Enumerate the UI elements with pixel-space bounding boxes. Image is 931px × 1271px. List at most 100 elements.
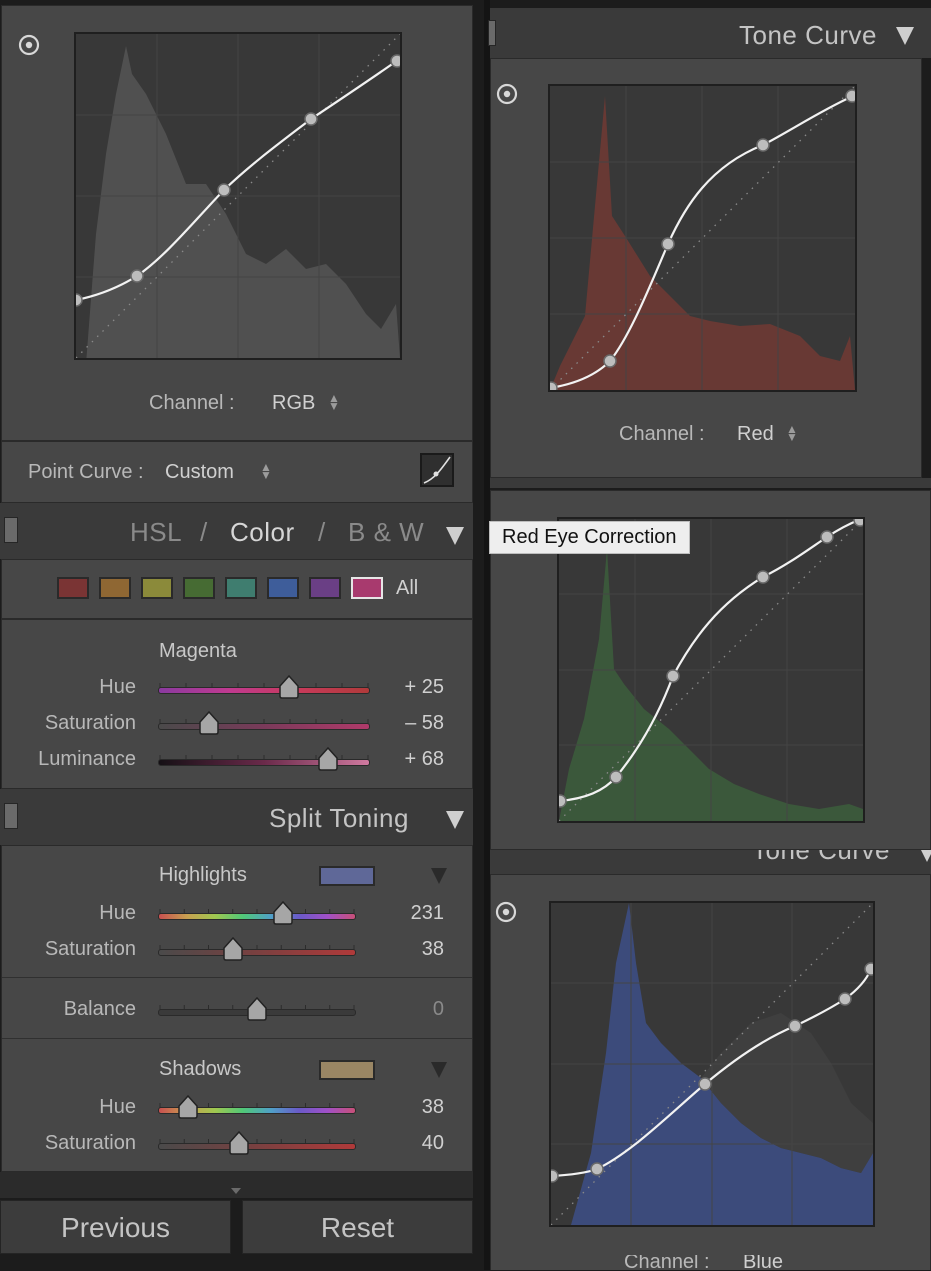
red-curve-point[interactable] [756,138,770,152]
blue-curve-graph[interactable] [549,901,875,1227]
shadows-color-swatch[interactable] [319,1060,375,1080]
color-swatch[interactable] [99,577,131,599]
shadows-saturation-slider[interactable] [158,1122,356,1162]
color-swatch[interactable] [267,577,299,599]
magenta-saturation-slider[interactable] [158,702,370,742]
highlights-saturation-label: Saturation [44,938,136,960]
point-curve-edit-icon[interactable] [420,453,454,487]
red-channel-select[interactable]: Red [737,423,774,446]
hsl-header[interactable]: HSL / Color / B & W [0,503,473,559]
collapse-triangle-icon[interactable] [446,811,464,829]
channel-updown-icon[interactable]: ▲ ▼ [328,392,340,412]
channel-select[interactable]: RGB [272,392,315,415]
magenta-hue-value[interactable]: + 25 [405,676,444,699]
highlights-saturation-value[interactable]: 38 [422,938,444,961]
green-curve-point[interactable] [666,669,680,683]
green-curve-point[interactable] [820,530,834,544]
tone-curve-header[interactable]: Tone Curve [488,8,931,58]
rgb-curve-point[interactable] [217,183,231,197]
reset-button[interactable]: Reset [242,1200,473,1254]
color-swatch[interactable] [351,577,383,599]
red-channel-updown-icon[interactable]: ▲ ▼ [786,423,798,443]
red-curve-point[interactable] [661,237,675,251]
shadows-color-picker-icon[interactable] [431,1062,447,1078]
blue-channel-select[interactable]: Blue [743,1255,783,1271]
tone-curve-panel-toggle[interactable] [488,20,496,46]
green-curve-point[interactable] [559,794,567,808]
collapse-triangle-icon[interactable] [918,850,931,862]
blue-curve-point[interactable] [838,992,852,1006]
highlights-saturation-slider[interactable] [158,928,356,968]
blue-curve-point[interactable] [788,1019,802,1033]
shadows-hue-value[interactable]: 38 [422,1096,444,1119]
shadows-hue-slider[interactable] [158,1086,356,1126]
hsl-tab-color[interactable]: Color [230,517,295,548]
balance-value[interactable]: 0 [433,998,444,1021]
hsl-panel-toggle[interactable] [4,517,18,543]
slider-thumb[interactable] [228,1130,250,1155]
color-swatch[interactable] [141,577,173,599]
hsl-tab-hsl[interactable]: HSL [130,517,182,548]
slider-track [158,687,370,694]
slider-thumb[interactable] [278,674,300,699]
channel-label: Channel : [149,392,235,414]
highlights-label: Highlights [159,864,247,886]
color-swatch[interactable] [57,577,89,599]
rgb-curve-point[interactable] [76,293,83,307]
point-curve-label: Point Curve : [28,461,144,483]
green-curve-point[interactable] [853,519,863,527]
color-swatch[interactable] [225,577,257,599]
previous-button[interactable]: Previous [0,1200,231,1254]
rgb-curve-graph[interactable] [74,32,402,360]
slider-thumb[interactable] [222,936,244,961]
blue-curve-point[interactable] [551,1169,559,1183]
red-curve-graph[interactable] [548,84,857,392]
magenta-saturation-value[interactable]: – 58 [405,712,444,735]
blue-tone-curve-header[interactable]: Tone Curve [490,850,931,874]
targeted-adjustment-icon[interactable] [495,901,517,923]
highlights-hue-value[interactable]: 231 [411,902,444,925]
slider-thumb[interactable] [177,1094,199,1119]
red-curve-point[interactable] [845,89,855,103]
blue-tone-curve-title: Tone Curve [752,850,890,865]
blue-curve-point[interactable] [590,1162,604,1176]
color-swatch[interactable] [309,577,341,599]
split-toning-panel-toggle[interactable] [4,803,18,829]
hsl-tab-separator: / [318,517,326,547]
rgb-curve-point[interactable] [390,54,400,68]
all-colors-button[interactable]: All [396,577,418,600]
targeted-adjustment-icon[interactable] [496,83,518,105]
point-curve-updown-icon[interactable]: ▲ ▼ [260,461,272,481]
slider-thumb[interactable] [272,900,294,925]
highlights-hue-slider[interactable] [158,892,356,932]
color-swatch[interactable] [183,577,215,599]
rgb-curve-point[interactable] [130,269,144,283]
balance-slider[interactable] [158,988,356,1028]
shadows-saturation-value[interactable]: 40 [422,1132,444,1155]
blue-curve-point[interactable] [698,1077,712,1091]
slider-thumb[interactable] [317,746,339,771]
magenta-saturation-label: Saturation [44,712,136,734]
green-curve-graph[interactable] [557,517,865,823]
targeted-adjustment-icon[interactable] [18,34,40,56]
rgb-curve-point[interactable] [304,112,318,126]
blue-curve-point[interactable] [864,962,873,976]
green-curve-point[interactable] [609,770,623,784]
slider-track [158,913,356,920]
bottom-strip [0,1172,473,1198]
rgb-curve-svg [76,34,400,358]
point-curve-select[interactable]: Custom [165,461,234,484]
hsl-tab-bw[interactable]: B & W [348,517,424,548]
magenta-hue-slider[interactable] [158,666,370,706]
red-curve-point[interactable] [603,354,617,368]
collapse-triangle-icon[interactable] [446,527,464,545]
green-curve-point[interactable] [756,570,770,584]
collapse-triangle-icon[interactable] [896,27,914,45]
magenta-luminance-value[interactable]: + 68 [405,748,444,771]
slider-thumb[interactable] [246,996,268,1021]
highlights-color-swatch[interactable] [319,866,375,886]
magenta-luminance-slider[interactable] [158,738,370,778]
slider-thumb[interactable] [198,710,220,735]
split-toning-header[interactable]: Split Toning [0,789,473,845]
highlights-color-picker-icon[interactable] [431,868,447,884]
